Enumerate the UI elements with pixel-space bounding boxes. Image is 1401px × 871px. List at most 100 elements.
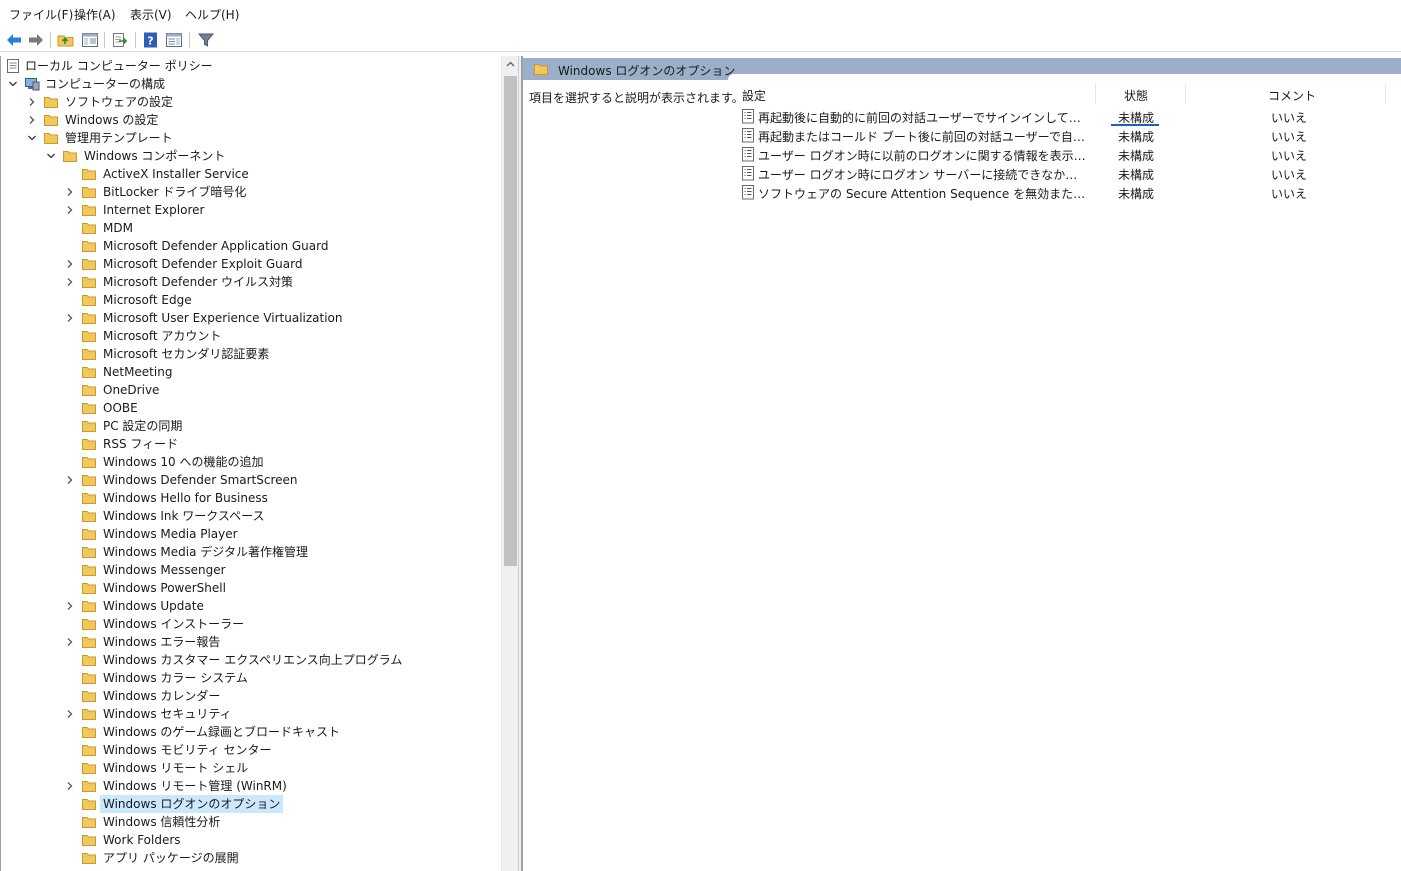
column-separator[interactable] <box>1185 84 1186 104</box>
chevron-right-icon[interactable] <box>26 111 38 129</box>
chevron-down-icon[interactable] <box>7 75 19 93</box>
tree-label: Windows Media デジタル著作権管理 <box>103 545 308 559</box>
chevron-right-icon[interactable] <box>64 273 76 291</box>
folder-icon <box>81 544 97 560</box>
folder-icon <box>81 256 97 272</box>
policy-name: ユーザー ログオン時にログオン サーバーに接続できなかった場合に報告する <box>758 168 1088 182</box>
policy-document-icon <box>5 58 21 74</box>
policy-state: 未構成 <box>1118 130 1155 144</box>
column-header-setting[interactable]: 設定 <box>742 87 766 104</box>
svg-text:?: ? <box>147 35 153 48</box>
policy-state: 未構成 <box>1118 149 1155 163</box>
toolbar-separator <box>135 32 136 48</box>
filter-icon[interactable] <box>197 31 215 49</box>
chevron-right-icon[interactable] <box>64 309 76 327</box>
folder-icon <box>81 778 97 794</box>
chevron-down-icon[interactable] <box>26 129 38 147</box>
properties-pane-icon[interactable] <box>165 31 183 49</box>
folder-icon <box>81 310 97 326</box>
tree-label: アプリ パッケージの展開 <box>103 851 239 865</box>
up-folder-icon[interactable] <box>57 31 75 49</box>
forward-arrow-icon[interactable] <box>27 31 45 49</box>
policy-row[interactable]: 再起動またはコールド ブート後に前回の対話ユーザーで自動的にサインインしてロック… <box>741 126 1401 145</box>
tree-label: Windows Ink ワークスペース <box>103 509 265 523</box>
chevron-right-icon[interactable] <box>26 93 38 111</box>
folder-icon <box>43 94 59 110</box>
policy-state: 未構成 <box>1118 168 1155 182</box>
tree-label: Windows カラー システム <box>103 671 248 685</box>
chevron-right-icon[interactable] <box>64 471 76 489</box>
export-list-icon[interactable] <box>111 31 129 49</box>
tree-pane: ローカル コンピューター ポリシー コンピューターの構成 ソフトウェアの設定 W… <box>0 56 501 871</box>
chevron-down-icon[interactable] <box>45 147 57 165</box>
policy-name: 再起動後に自動的に前回の対話ユーザーでサインインしてロックする <box>758 111 1088 125</box>
help-icon[interactable]: ? <box>142 31 160 49</box>
tree-label: Windows 10 への機能の追加 <box>103 455 264 469</box>
tree-label: ソフトウェアの設定 <box>65 95 174 109</box>
tree-label: Windows の設定 <box>65 113 159 127</box>
focus-underline <box>1111 124 1159 126</box>
tree-label: BitLocker ドライブ暗号化 <box>103 185 247 199</box>
details-pane: Windows ログオンのオプション 項目を選択すると説明が表示されます。 設定… <box>522 56 1401 871</box>
policy-row[interactable]: ソフトウェアの Secure Attention Sequence を無効または… <box>741 183 1401 202</box>
policy-comment: いいえ <box>1271 168 1308 182</box>
folder-icon <box>81 670 97 686</box>
tree-label: OOBE <box>103 401 138 415</box>
back-arrow-icon[interactable] <box>5 31 23 49</box>
menu-action[interactable]: 操作(A) <box>74 6 116 23</box>
menu-view[interactable]: 表示(V) <box>130 6 172 23</box>
policy-name: 再起動またはコールド ブート後に前回の対話ユーザーで自動的にサインインしてロック… <box>758 130 1088 144</box>
policy-name: ユーザー ログオン時に以前のログオンに関する情報を表示する <box>758 149 1088 163</box>
policy-comment: いいえ <box>1271 130 1308 144</box>
chevron-right-icon[interactable] <box>64 633 76 651</box>
folder-icon <box>81 634 97 650</box>
tree-label: Windows セキュリティ <box>103 707 232 721</box>
folder-icon <box>81 760 97 776</box>
tree-label: Windows カレンダー <box>103 689 221 703</box>
tree-label: PC 設定の同期 <box>103 419 183 433</box>
chevron-right-icon[interactable] <box>64 255 76 273</box>
tree-label: Microsoft User Experience Virtualization <box>103 311 343 325</box>
details-header-title: Windows ログオンのオプション <box>558 64 736 78</box>
tree-scrollbar[interactable] <box>501 56 518 871</box>
chevron-right-icon[interactable] <box>64 201 76 219</box>
policy-row[interactable]: ユーザー ログオン時に以前のログオンに関する情報を表示する 未構成 いいえ <box>741 145 1401 164</box>
show-hide-tree-icon[interactable] <box>81 31 99 49</box>
folder-icon <box>81 490 97 506</box>
chevron-right-icon[interactable] <box>64 183 76 201</box>
chevron-right-icon[interactable] <box>64 597 76 615</box>
column-separator[interactable] <box>1385 84 1386 104</box>
folder-icon <box>81 616 97 632</box>
toolbar-separator <box>104 32 105 48</box>
tree-label: ActiveX Installer Service <box>103 167 249 181</box>
toolbar: ? <box>0 28 1401 52</box>
description-text: 項目を選択すると説明が表示されます。 <box>529 91 744 105</box>
folder-icon <box>81 382 97 398</box>
menu-file[interactable]: ファイル(F) <box>9 6 73 23</box>
tree-label: Microsoft Edge <box>103 293 192 307</box>
policy-state: 未構成 <box>1118 187 1155 201</box>
column-header-state[interactable]: 状態 <box>1124 87 1148 104</box>
tree-label: Windows Defender SmartScreen <box>103 473 298 487</box>
tree-label: Windows Hello for Business <box>103 491 268 505</box>
folder-icon <box>81 850 97 866</box>
column-header-comment[interactable]: コメント <box>1268 87 1316 104</box>
folder-icon <box>81 598 97 614</box>
folder-icon <box>81 418 97 434</box>
folder-icon <box>81 562 97 578</box>
policy-setting-icon <box>741 128 755 146</box>
tree-label: Windows Update <box>103 599 204 613</box>
menu-help[interactable]: ヘルプ(H) <box>185 6 239 23</box>
folder-icon <box>81 814 97 830</box>
scroll-thumb[interactable] <box>504 76 517 566</box>
chevron-right-icon[interactable] <box>64 777 76 795</box>
folder-icon <box>81 364 97 380</box>
chevron-right-icon[interactable] <box>64 705 76 723</box>
scroll-up-arrow-icon[interactable] <box>502 56 519 73</box>
toolbar-separator <box>50 32 51 48</box>
folder-icon <box>81 328 97 344</box>
tree-label: NetMeeting <box>103 365 173 379</box>
policy-row[interactable]: 再起動後に自動的に前回の対話ユーザーでサインインしてロックする未構成いいえ <box>741 107 1401 126</box>
column-separator[interactable] <box>1095 84 1096 104</box>
policy-row[interactable]: ユーザー ログオン時にログオン サーバーに接続できなかった場合に報告する 未構成 い… <box>741 164 1401 183</box>
